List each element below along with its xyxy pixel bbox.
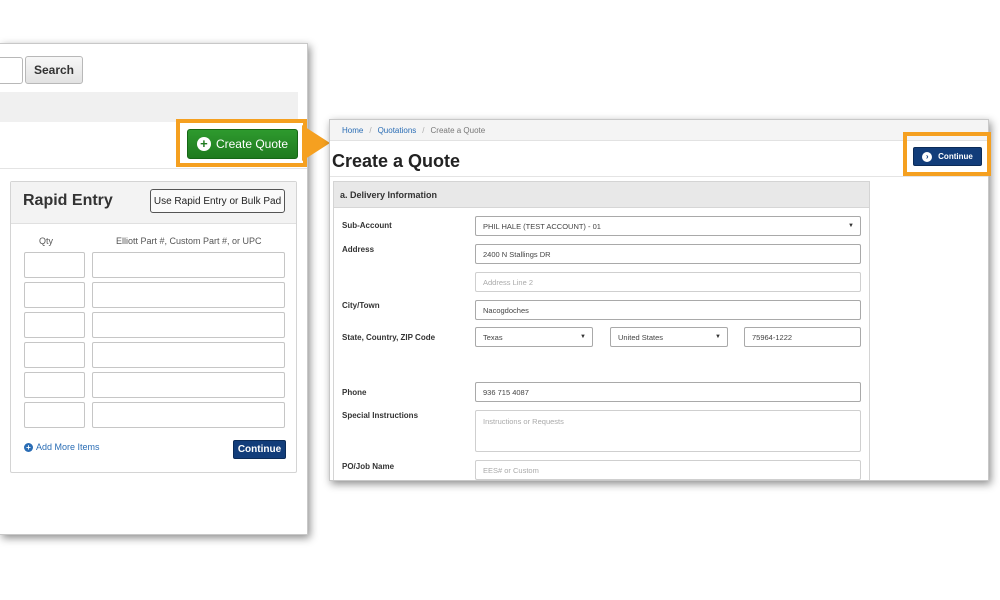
address-line2-input[interactable]: Address Line 2	[475, 272, 861, 292]
page-title: Create a Quote	[332, 151, 461, 171]
state-value: Texas	[483, 332, 503, 342]
search-input[interactable]	[0, 57, 23, 84]
rapid-entry-panel: Rapid Entry Use Rapid Entry or Bulk Pad …	[10, 181, 297, 473]
stage: Search + Create Quote Rapid Entry Use Ra…	[0, 0, 1000, 600]
add-circle-icon: +	[24, 442, 33, 452]
po-job-label: PO/Job Name	[342, 462, 395, 471]
dropdown-caret-icon: ▼	[715, 334, 721, 340]
state-select[interactable]: Texas ▼	[475, 327, 593, 347]
part-input[interactable]	[92, 342, 285, 368]
sub-account-value: PHIL HALE (TEST ACCOUNT) - 01	[483, 221, 601, 231]
part-input[interactable]	[92, 372, 285, 398]
qty-input[interactable]	[24, 282, 85, 308]
part-input[interactable]	[92, 282, 285, 308]
breadcrumb: Home / Quotations / Create a Quote	[330, 120, 988, 141]
left-panel: Search + Create Quote Rapid Entry Use Ra…	[0, 43, 308, 535]
entry-row	[24, 312, 285, 338]
qty-input[interactable]	[24, 372, 85, 398]
dropdown-caret-icon: ▼	[580, 334, 586, 340]
phone-label: Phone	[342, 388, 367, 397]
country-value: United States	[618, 332, 664, 342]
sub-account-label: Sub-Account	[342, 221, 392, 230]
search-button[interactable]: Search	[25, 56, 83, 84]
entry-row	[24, 282, 285, 308]
po-job-input[interactable]: EES# or Custom	[475, 460, 861, 480]
toolbar-band	[0, 92, 298, 122]
qty-input[interactable]	[24, 312, 85, 338]
breadcrumb-quotations[interactable]: Quotations	[378, 126, 417, 135]
highlight-frame-create-quote	[176, 119, 307, 167]
dropdown-caret-icon: ▼	[848, 223, 854, 229]
add-more-items-link[interactable]: + Add More Items	[24, 442, 100, 452]
part-column-header: Elliott Part #, Custom Part #, or UPC	[116, 236, 262, 246]
entry-row	[24, 402, 285, 428]
entry-row	[24, 342, 285, 368]
state-country-zip-label: State, Country, ZIP Code	[342, 333, 436, 342]
zip-input[interactable]: 75964-1222	[744, 327, 861, 347]
special-instructions-textarea[interactable]: Instructions or Requests	[475, 410, 861, 452]
add-more-label: Add More Items	[36, 442, 100, 452]
part-input[interactable]	[92, 402, 285, 428]
breadcrumb-home[interactable]: Home	[342, 126, 363, 135]
entry-row	[24, 252, 285, 278]
rapid-entry-rows	[24, 252, 285, 432]
qty-input[interactable]	[24, 402, 85, 428]
bulk-pad-button[interactable]: Use Rapid Entry or Bulk Pad	[150, 189, 285, 213]
city-label: City/Town	[342, 301, 380, 310]
rapid-entry-header: Rapid Entry Use Rapid Entry or Bulk Pad	[11, 182, 296, 224]
phone-input[interactable]: 936 715 4087	[475, 382, 861, 402]
sub-account-select[interactable]: PHIL HALE (TEST ACCOUNT) - 01 ▼	[475, 216, 861, 236]
rapid-entry-continue-button[interactable]: Continue	[233, 440, 286, 459]
address-label: Address	[342, 245, 375, 254]
qty-input[interactable]	[24, 342, 85, 368]
section-header: a. Delivery Information	[334, 182, 869, 208]
breadcrumb-separator: /	[369, 125, 372, 135]
special-instructions-label: Special Instructions	[342, 411, 419, 420]
divider	[0, 168, 307, 169]
divider	[330, 176, 988, 177]
city-input[interactable]: Nacogdoches	[475, 300, 861, 320]
rapid-entry-title: Rapid Entry	[23, 192, 113, 209]
breadcrumb-separator: /	[422, 125, 425, 135]
entry-row	[24, 372, 285, 398]
qty-input[interactable]	[24, 252, 85, 278]
breadcrumb-current: Create a Quote	[430, 125, 486, 135]
delivery-information-section: a. Delivery Information Sub-Account PHIL…	[333, 181, 870, 480]
part-input[interactable]	[92, 252, 285, 278]
right-panel: Home / Quotations / Create a Quote Creat…	[329, 119, 989, 481]
part-input[interactable]	[92, 312, 285, 338]
qty-column-header: Qty	[39, 236, 54, 246]
highlight-frame-continue	[903, 132, 991, 176]
address-line1-input[interactable]: 2400 N Stallings DR	[475, 244, 861, 264]
country-select[interactable]: United States ▼	[610, 327, 728, 347]
